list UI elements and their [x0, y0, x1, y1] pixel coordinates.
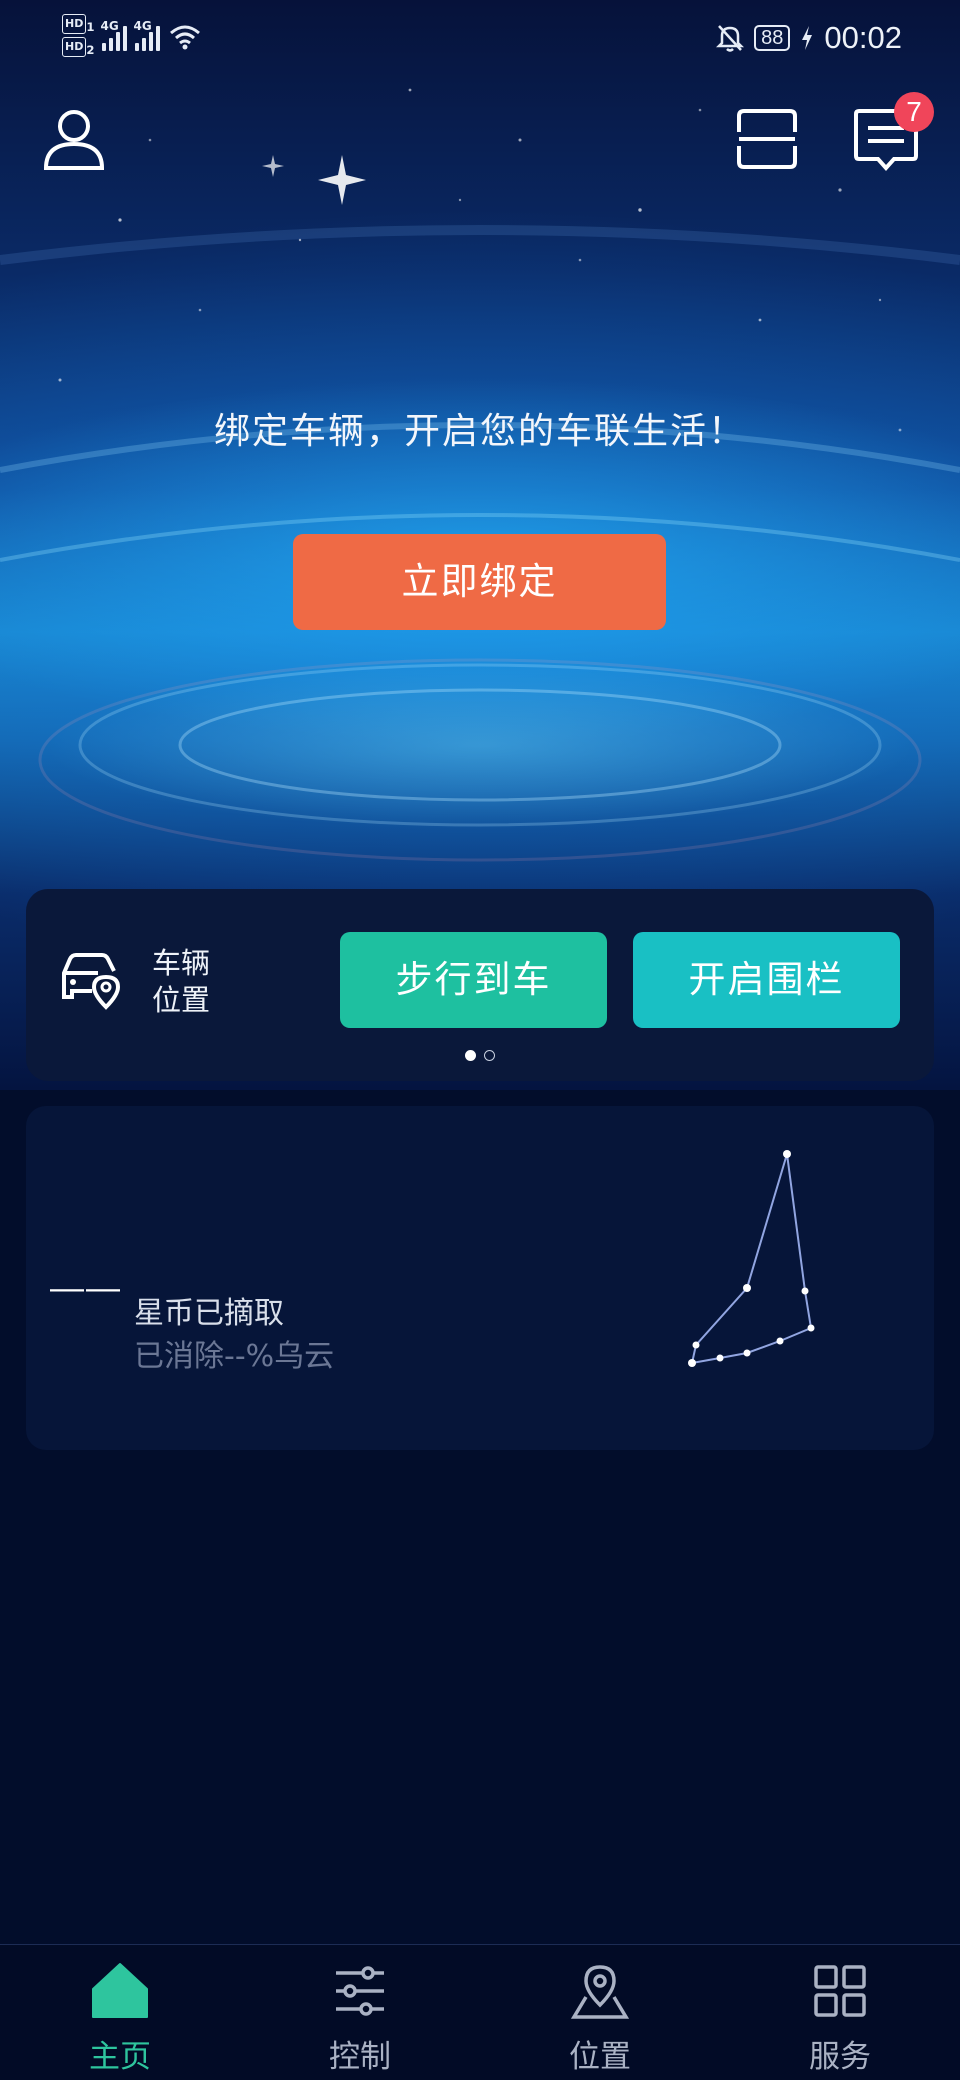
sliders-icon [336, 1966, 384, 2016]
nav-service-label: 服务 [809, 2039, 871, 2075]
nav-home[interactable]: 主页 [0, 1945, 240, 2080]
mute-bell-icon [716, 25, 745, 52]
home-icon [92, 1963, 148, 2018]
hd2-sub: 2 [86, 42, 95, 57]
page-dot-active [465, 1050, 476, 1061]
walk-to-car-button[interactable]: 步行到车 [340, 932, 607, 1028]
constellation-graphic [688, 1150, 815, 1367]
hd-indicator: HD 1 HD 2 [62, 14, 94, 60]
hd1-sub: 1 [86, 19, 95, 34]
nav-location-label: 位置 [569, 2039, 631, 2075]
wifi-icon [170, 25, 201, 50]
hd1-label: HD [62, 14, 87, 34]
notification-badge: 7 [894, 92, 934, 132]
nav-control[interactable]: 控制 [240, 1945, 480, 2080]
nav-location[interactable]: 位置 [480, 1945, 720, 2080]
enable-fence-button[interactable]: 开启围栏 [633, 932, 900, 1028]
vehicle-location-card: 车辆 位置 步行到车 开启围栏 [26, 889, 934, 1081]
network-type-1: 4G [100, 19, 119, 33]
grid-icon [814, 1965, 866, 2017]
network-type-2: 4G [133, 19, 152, 33]
page-indicator [26, 1050, 934, 1061]
status-time: 00:02 [824, 20, 902, 55]
signal-icon: 4G [100, 19, 128, 51]
car-location-icon [62, 953, 121, 1010]
vehicle-location-label: 车辆 位置 [152, 945, 210, 1019]
star-coin-text: 星币已摘取 [134, 1296, 284, 1331]
message-button[interactable]: 7 [852, 92, 934, 172]
status-right: 88 00:02 [716, 20, 902, 56]
vehicle-label-line1: 车辆 [152, 946, 211, 980]
bottom-nav: 主页 控制 位置 服务 [0, 1944, 960, 2080]
charging-icon [802, 26, 813, 50]
scan-icon[interactable] [736, 108, 798, 170]
nav-home-label: 主页 [89, 2039, 151, 2075]
nav-service[interactable]: 服务 [720, 1945, 960, 2080]
star-coin-value: —— [50, 1269, 122, 1307]
battery-indicator: 88 [754, 25, 791, 51]
home-screen: HD 1 HD 2 4G 4G 88 00:02 7 绑定车辆，开启您的车联生活… [0, 0, 960, 2080]
star-coin-card[interactable]: —— 星币已摘取 已消除--%乌云 [26, 1106, 934, 1450]
location-pin-icon [570, 1965, 630, 2019]
hero-tagline: 绑定车辆，开启您的车联生活！ [213, 411, 746, 452]
signal-icon-2: 4G [133, 19, 161, 51]
vehicle-label-line2: 位置 [152, 983, 211, 1017]
status-bar: HD 1 HD 2 4G 4G 88 00:02 [0, 0, 960, 80]
bind-now-button[interactable]: 立即绑定 [293, 534, 666, 630]
nav-control-label: 控制 [329, 2039, 391, 2075]
status-left: HD 1 HD 2 4G 4G [62, 14, 202, 60]
hd2-label: HD [62, 37, 87, 57]
profile-icon[interactable] [42, 106, 106, 170]
cloud-cleared-text: 已消除--%乌云 [134, 1339, 335, 1374]
page-dot [484, 1050, 495, 1061]
